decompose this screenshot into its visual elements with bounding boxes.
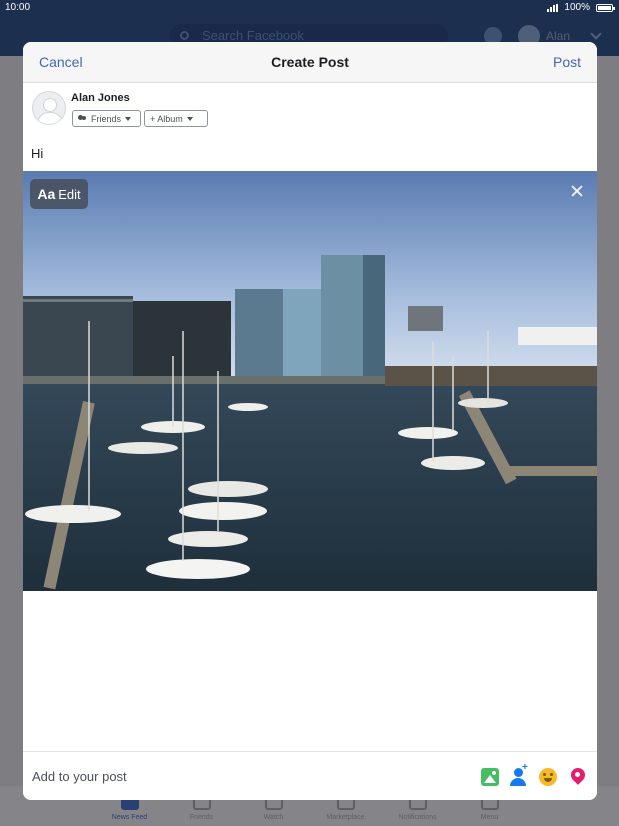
album-selector[interactable]: + Album xyxy=(144,110,208,127)
tab-label: Menu xyxy=(480,814,499,821)
search-placeholder: Search Facebook xyxy=(202,28,304,43)
tab-label: Watch xyxy=(263,814,284,821)
album-label: + Album xyxy=(150,113,183,124)
remove-photo-close-icon[interactable] xyxy=(570,184,584,198)
tab-label: Marketplace xyxy=(326,814,365,821)
audience-selector[interactable]: Friends xyxy=(72,110,141,127)
search-icon xyxy=(180,31,189,40)
chevron-down-icon[interactable] xyxy=(590,28,602,40)
battery-percent: 100% xyxy=(564,2,590,13)
author-name: Alan Jones xyxy=(71,92,130,104)
dialog-title: Create Post xyxy=(271,54,349,70)
tab-label: Notifications xyxy=(398,814,437,821)
create-post-dialog: Cancel Create Post Post Alan Jones Frien… xyxy=(23,42,597,800)
status-time: 10:00 xyxy=(5,2,31,13)
status-bar: 10:00 100% xyxy=(0,0,619,16)
post-button[interactable]: Post xyxy=(553,54,581,70)
signal-icon xyxy=(547,3,559,12)
status-indicators: 100% xyxy=(547,2,615,13)
edit-photo-button[interactable]: Aa Edit xyxy=(30,179,88,209)
add-to-post-label: Add to your post xyxy=(32,769,127,784)
friends-icon xyxy=(78,115,87,122)
attached-photo xyxy=(23,171,597,591)
photo-video-icon[interactable] xyxy=(481,768,499,786)
post-text-input[interactable]: Hi xyxy=(31,146,43,161)
harbor-photo-illustration xyxy=(23,171,597,591)
battery-icon xyxy=(596,3,615,12)
feeling-icon[interactable] xyxy=(539,768,557,786)
text-style-icon: Aa xyxy=(37,186,56,202)
author-avatar xyxy=(32,91,66,125)
audience-label: Friends xyxy=(91,113,122,124)
edit-label: Edit xyxy=(58,186,81,202)
tab-label: News Feed xyxy=(111,814,148,821)
dialog-header: Cancel Create Post Post xyxy=(23,42,597,83)
caret-down-icon xyxy=(186,116,193,121)
add-to-post-bar[interactable]: Add to your post + xyxy=(23,751,597,800)
tag-people-plus-icon: + xyxy=(522,762,528,773)
location-icon[interactable] xyxy=(569,768,587,786)
caret-down-icon xyxy=(125,116,132,121)
tab-label: Friends xyxy=(189,814,214,821)
header-user-name[interactable]: Alan xyxy=(546,29,570,43)
